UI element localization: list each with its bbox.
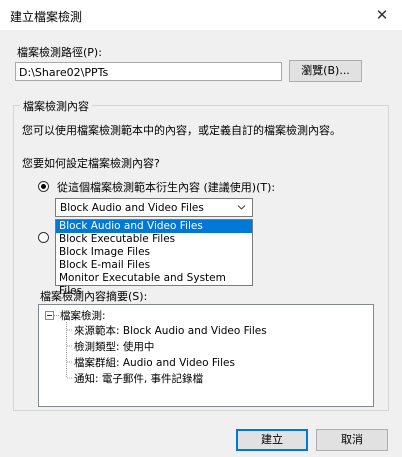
content-group-title: 檔案檢測內容 [20,98,92,114]
dropdown-option[interactable]: Block E-mail Files [56,259,252,272]
tree-item: 檢測類型: 使用中 [74,341,155,353]
content-question: 您要如何設定檔案檢測內容? [22,157,160,170]
title-bar: 建立檔案檢測 ✕ [0,0,402,30]
create-button-label: 建立 [261,433,283,446]
tree-item: 通知: 電子郵件, 事件記錄檔 [74,373,204,385]
dropdown-option[interactable]: Monitor Executable and System Files [56,272,252,297]
tree-item: 檔案群組: Audio and Video Files [74,357,235,369]
tree-item: 來源範本: Block Audio and Video Files [74,325,267,337]
cancel-button[interactable]: 取消 [316,429,388,451]
dropdown-option[interactable]: Block Audio and Video Files [56,220,252,233]
template-select-value: Block Audio and Video Files [60,202,204,214]
dropdown-option[interactable]: Block Executable Files [56,233,252,246]
summary-label: 檔案檢測內容摘要(S): [40,290,148,303]
path-label: 檔案檢測路徑(P): [17,46,102,59]
browse-button[interactable]: 瀏覽(B)... [289,60,362,82]
dropdown-option[interactable]: Block Image Files [56,246,252,259]
summary-tree[interactable]: 檔案檢測: 來源範本: Block Audio and Video Files … [38,304,374,407]
create-file-screen-dialog: 建立檔案檢測 ✕ 檔案檢測路徑(P): D:\Share02\PPTs 瀏覽(B… [0,0,402,457]
path-input-value: D:\Share02\PPTs [19,66,109,79]
close-icon[interactable]: ✕ [372,5,392,25]
tree-root: 檔案檢測: [60,310,106,322]
radio-use-template[interactable] [38,181,49,192]
radio-use-template-label: 從這個檔案檢測範本衍生內容 (建議使用)(T): [57,181,276,194]
template-select[interactable]: Block Audio and Video Files [55,198,253,217]
chevron-down-icon [237,205,246,210]
radio-custom[interactable] [38,232,49,243]
template-dropdown-list: Block Audio and Video Files Block Executa… [55,219,253,297]
content-description: 您可以使用檔案檢測範本中的內容，或定義自訂的檔案檢測內容。 [22,124,341,137]
browse-button-label: 瀏覽(B)... [301,64,350,77]
cancel-button-label: 取消 [341,433,363,446]
path-input[interactable]: D:\Share02\PPTs [15,62,282,81]
create-button[interactable]: 建立 [236,429,308,451]
window-title: 建立檔案檢測 [10,10,83,24]
